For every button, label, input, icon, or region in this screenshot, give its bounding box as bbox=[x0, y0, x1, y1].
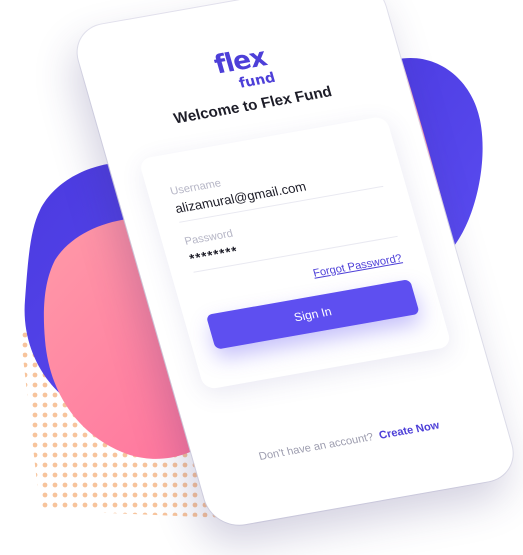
hero-illustration: flex fund Welcome to Flex Fund Username … bbox=[0, 0, 523, 555]
forgot-password-link[interactable]: Forgot Password? bbox=[312, 253, 404, 280]
signup-prompt-text: Don't have an account? bbox=[257, 431, 375, 463]
signup-prompt: Don't have an account? Create Now bbox=[194, 408, 504, 474]
create-now-link[interactable]: Create Now bbox=[378, 420, 441, 442]
sign-in-button[interactable]: Sign In bbox=[205, 279, 420, 350]
login-card: Username alizamural@gmail.com Password *… bbox=[138, 115, 453, 391]
